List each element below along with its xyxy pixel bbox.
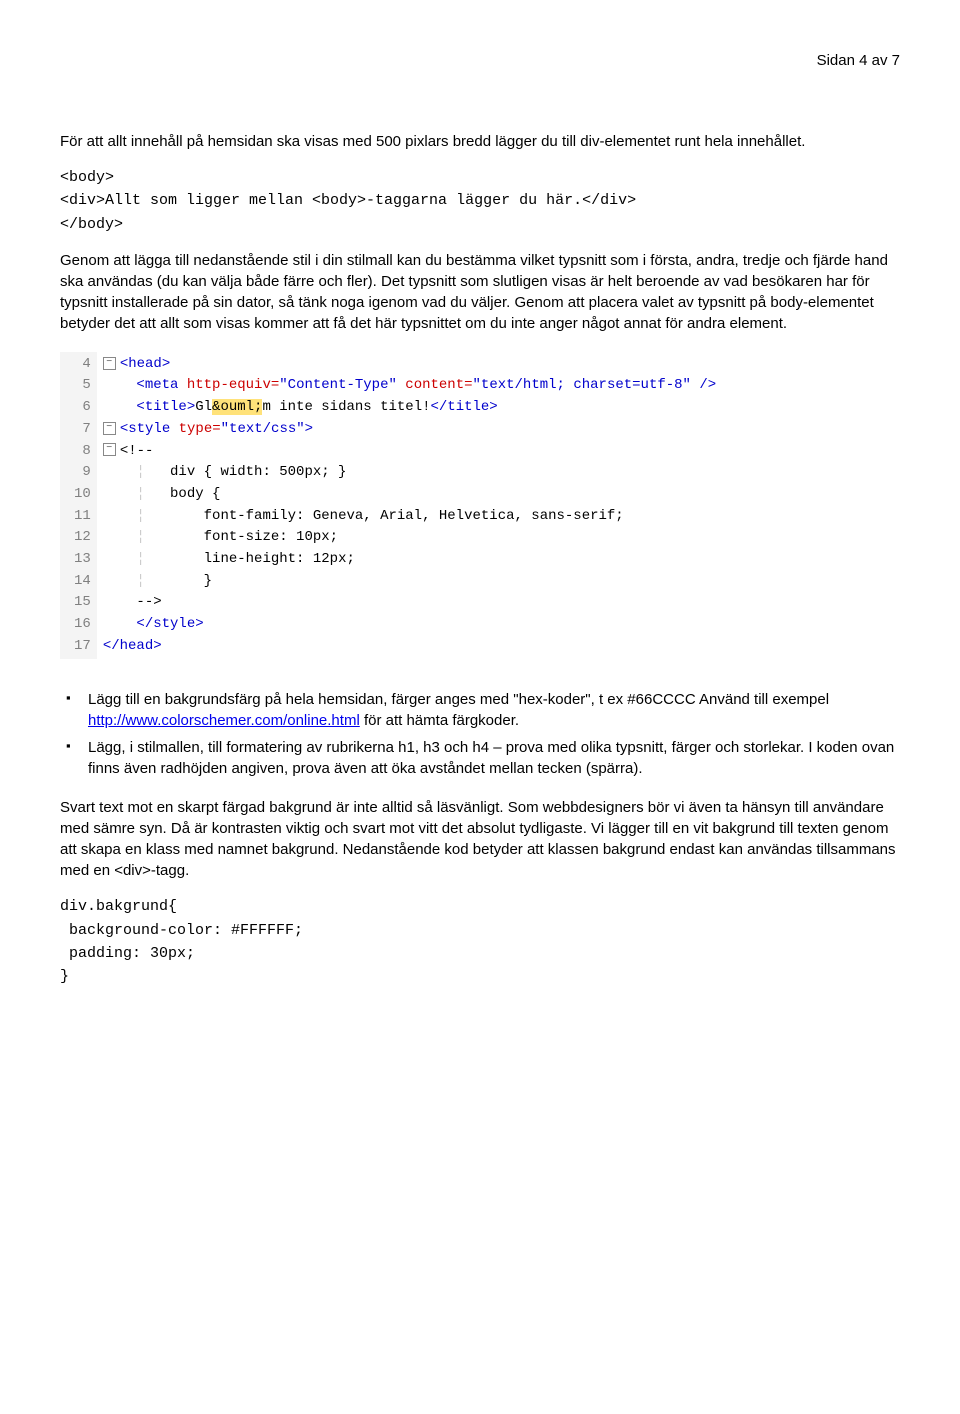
- code-content: −<head> <meta http-equiv="Content-Type" …: [97, 352, 716, 660]
- fold-icon: −: [103, 443, 116, 456]
- paragraph-intro: För att allt innehåll på hemsidan ska vi…: [60, 131, 900, 152]
- paragraph-stylesheet: Genom att lägga till nedanstående stil i…: [60, 250, 900, 334]
- list-item: Lägg, i stilmallen, till formatering av …: [60, 737, 900, 779]
- page-number: Sidan 4 av 7: [60, 50, 900, 71]
- line-number-gutter: 4 5 6 7 8 9 10 11 12 13 14 15 16 17: [60, 352, 97, 660]
- code-block-body-div: <body> <div>Allt som ligger mellan <body…: [60, 166, 900, 236]
- code-block-bakgrund: div.bakgrund{ background-color: #FFFFFF;…: [60, 895, 900, 988]
- instruction-list: Lägg till en bakgrundsfärg på hela hemsi…: [60, 689, 900, 779]
- fold-icon: −: [103, 357, 116, 370]
- list-item: Lägg till en bakgrundsfärg på hela hemsi…: [60, 689, 900, 731]
- paragraph-contrast: Svart text mot en skarpt färgad bakgrund…: [60, 797, 900, 881]
- code-editor: 4 5 6 7 8 9 10 11 12 13 14 15 16 17 −<he…: [60, 352, 900, 660]
- colorschemer-link[interactable]: http://www.colorschemer.com/online.html: [88, 712, 360, 729]
- fold-icon: −: [103, 422, 116, 435]
